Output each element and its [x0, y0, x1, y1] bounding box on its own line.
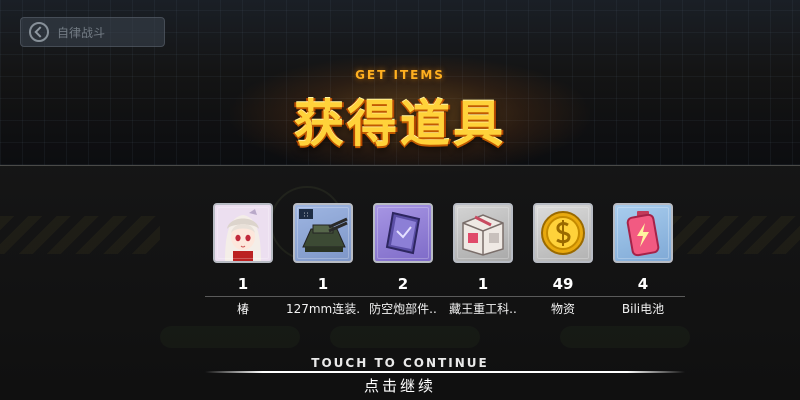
back-icon — [29, 22, 49, 42]
item-name: 127mm连装. — [285, 302, 361, 316]
svg-text:∷: ∷ — [304, 211, 308, 219]
supply-crate-icon — [453, 203, 513, 263]
reward-item[interactable]: 4 Bili电池 — [613, 203, 677, 316]
shipgirl-portrait-icon — [213, 203, 273, 263]
item-name: 椿 — [236, 302, 249, 316]
item-name: 藏王重工科.. — [449, 302, 517, 316]
equipment-part-icon — [373, 203, 433, 263]
continue-underline — [205, 371, 685, 373]
item-count: 1 — [317, 275, 329, 293]
item-name: 物资 — [550, 302, 575, 316]
auto-battle-button[interactable]: 自律战斗 — [20, 17, 165, 47]
touch-to-continue-en[interactable]: TOUCH TO CONTINUE — [0, 356, 800, 370]
gold-coin-icon — [533, 203, 593, 263]
reward-item[interactable]: 1 椿 — [213, 203, 277, 316]
item-count: 2 — [397, 275, 409, 293]
auto-battle-label: 自律战斗 — [57, 25, 106, 40]
get-items-title-cn: 获得道具 — [294, 95, 506, 153]
reward-item[interactable]: 1 藏王重工科.. — [449, 203, 517, 316]
item-count: 1 — [237, 275, 249, 293]
reward-item[interactable]: ∷ 1 127mm连装. — [286, 203, 360, 316]
reward-item[interactable]: 2 防空炮部件.. — [369, 203, 437, 316]
reward-item[interactable]: 49 物资 — [533, 203, 597, 316]
get-items-title-en: GET ITEMS — [355, 68, 445, 82]
item-count: 49 — [552, 275, 574, 293]
battery-icon — [613, 203, 673, 263]
naval-gun-turret-icon: ∷ — [293, 203, 353, 263]
item-name: Bili电池 — [621, 302, 665, 316]
items-divider — [205, 296, 685, 297]
item-name: 防空炮部件.. — [369, 302, 437, 316]
item-count: 1 — [477, 275, 489, 293]
item-count: 4 — [637, 275, 649, 293]
touch-to-continue-cn[interactable]: 点击继续 — [0, 375, 800, 396]
reward-items-list: 1 椿 ∷ 1 127mm连装. 2 防空炮部件.. 1 藏王重工科.. 49 … — [213, 203, 683, 323]
